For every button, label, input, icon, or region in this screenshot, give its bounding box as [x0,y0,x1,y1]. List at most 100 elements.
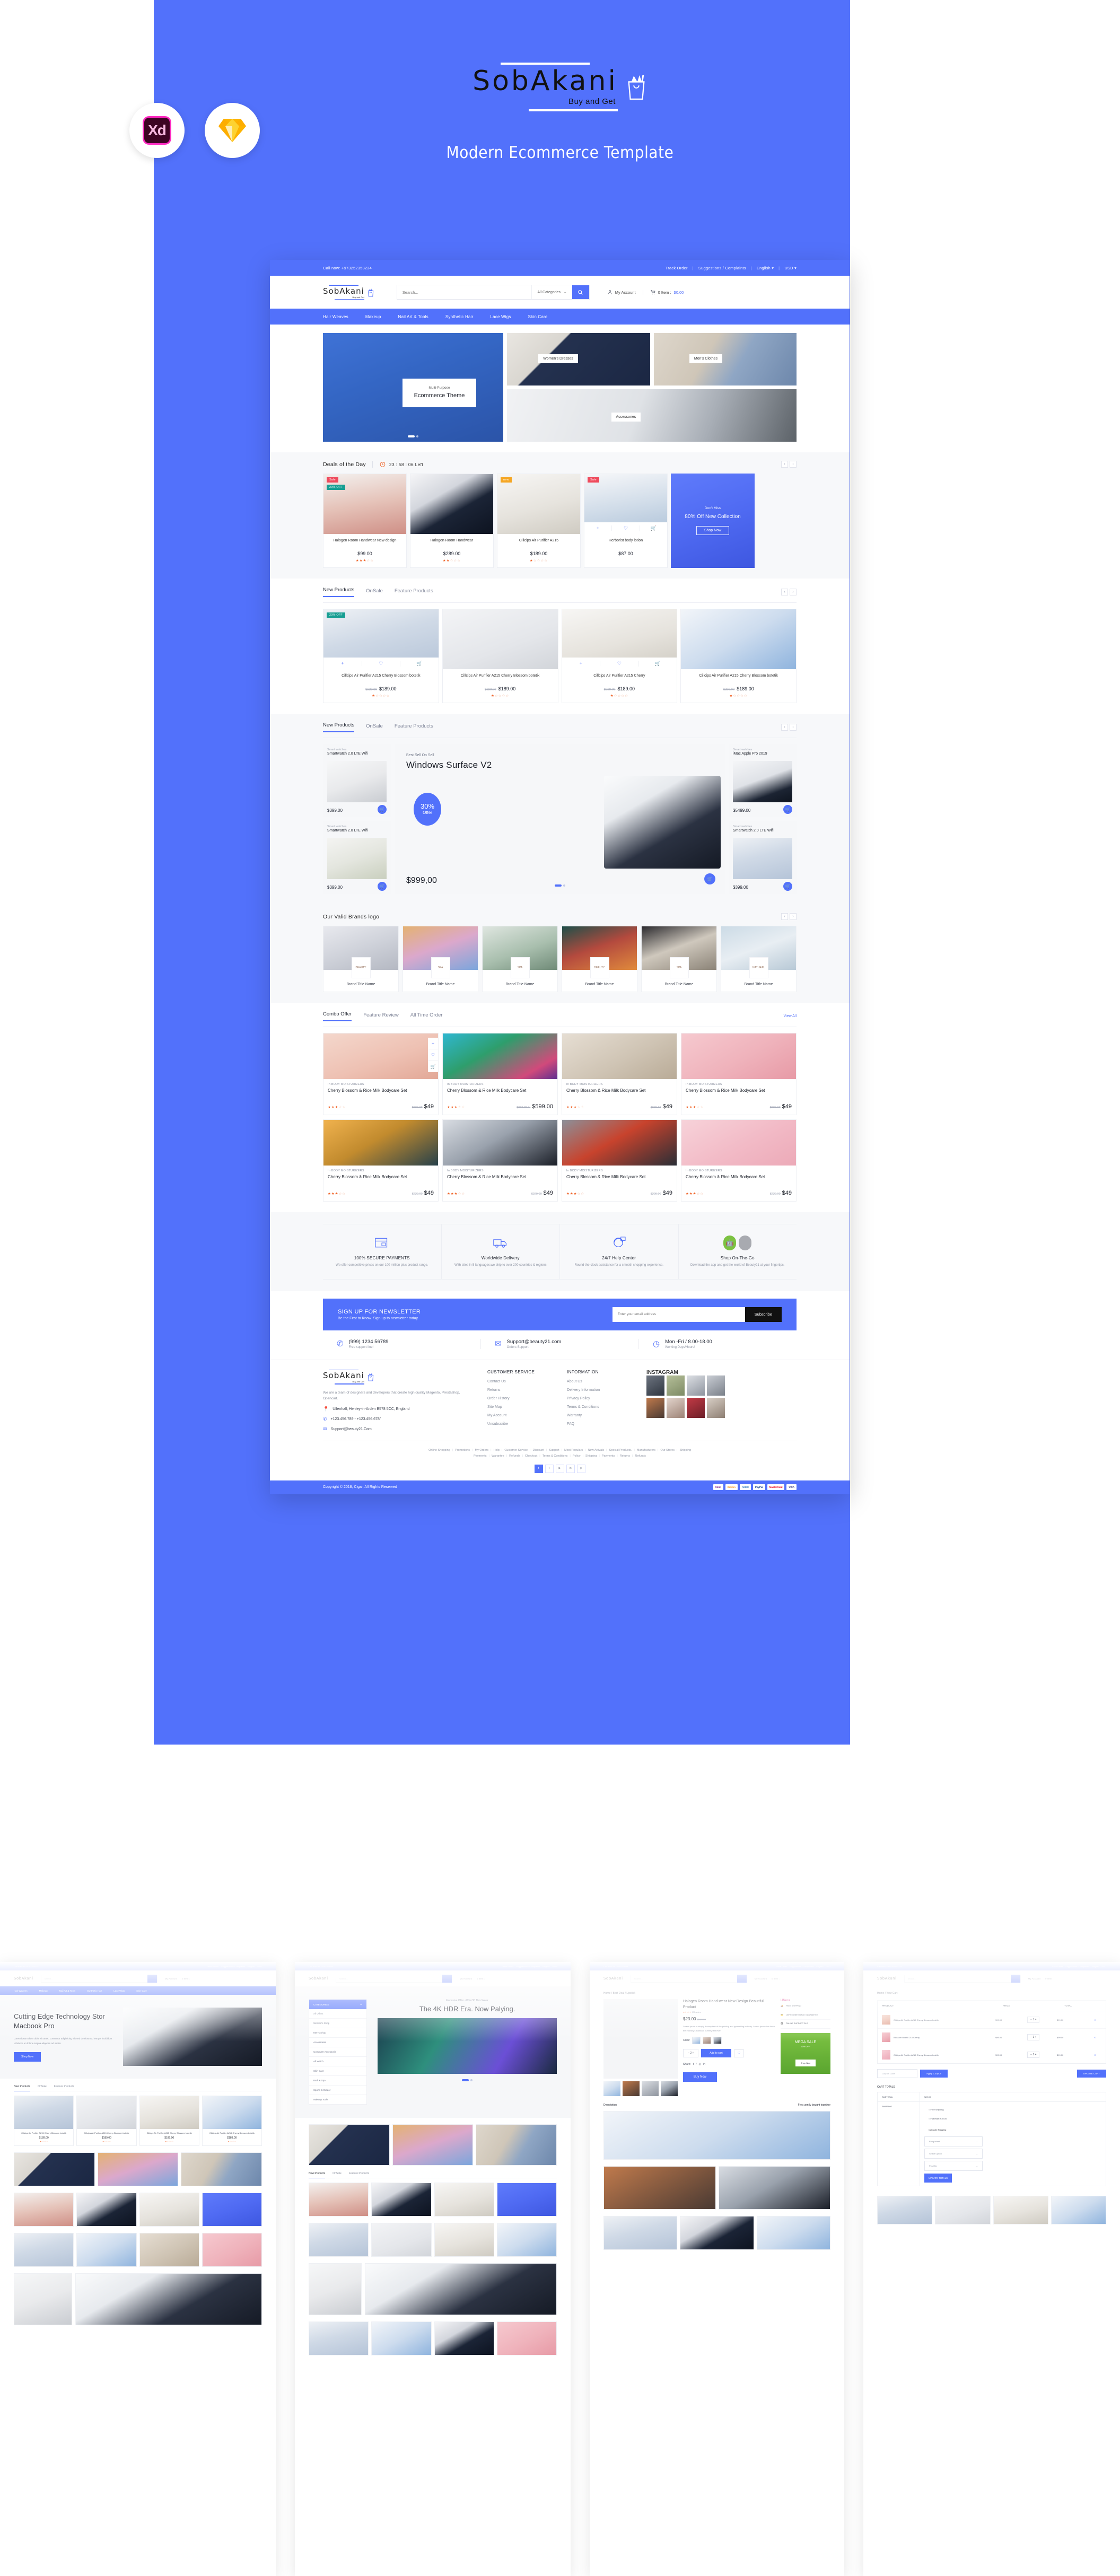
shipping-option-flat[interactable]: ○ Flat Rate: $10.00 [924,2114,983,2123]
category-item[interactable]: All Watch [309,2057,366,2066]
tab-feature-products[interactable]: Feature Products [395,723,433,732]
thumb-search-input[interactable]: Search... [335,1974,452,1983]
add-to-cart-button[interactable]: 🛒 [378,882,387,891]
footer-link[interactable]: Order History [487,1397,551,1400]
add-to-cart-button[interactable]: 🛒 [783,805,792,814]
shop-now-button[interactable]: Shop Now [696,526,730,536]
product-card[interactable]: Cillcips Air Purifier A215 Cherry Blosso… [442,609,558,703]
new-products-arrows[interactable]: ‹ › [781,589,797,595]
update-cart-button[interactable]: UPDATE CART [1077,2070,1106,2078]
shipping-option-free[interactable]: ○ Free Shipping [924,2105,983,2114]
nav-item-nail-art[interactable]: Nail Art & Tools [398,314,428,319]
thumb-product-card[interactable] [993,2196,1048,2224]
sketch-badge[interactable] [205,103,260,158]
android-store-icon[interactable]: 🤖 [723,1236,737,1250]
language-selector[interactable]: English ▾ [757,266,774,270]
linkedin-icon[interactable]: in [566,1464,575,1473]
thumb-product-card[interactable] [434,2183,494,2216]
prev-arrow-icon[interactable]: ‹ [781,724,788,731]
brand-card[interactable]: SPA Brand Title Name [641,926,717,992]
search-bar[interactable]: All Categories ⌄ [396,285,590,300]
newsletter-email-input[interactable] [612,1307,745,1322]
quantity-stepper[interactable]: − 2 + [683,2049,699,2058]
quantity-stepper[interactable]: − 1 + [1027,2052,1040,2058]
product-card[interactable]: Cillcips Air Purifier A215 Cherry Blosso… [680,609,797,703]
tab-feature-products[interactable]: Feature Products [349,2172,369,2175]
nav-item[interactable]: Hair Weaves [14,1990,28,1992]
thumb-product-card[interactable]: Cillcips Air Purifier A215 Cherry Blosso… [202,2096,262,2146]
breadcrumb[interactable]: Home / Your Cart [863,1986,1120,1995]
tab-onsale[interactable]: OnSale [366,588,383,597]
nav-item-lace-wigs[interactable]: Lace Wigs [490,314,511,319]
product-card[interactable]: 20% OFF + ♡ 🛒 Cillcips Air Purifier A215… [323,609,439,703]
category-item[interactable]: Men's Shop [309,2028,366,2038]
thumb-banner-card[interactable] [309,2124,390,2166]
product-hover-actions[interactable]: + ♡ 🛒 [323,658,439,669]
add-to-cart-button[interactable]: 🛒 [378,805,387,814]
currency-selector[interactable]: USD [826,1965,830,1968]
categories-header[interactable]: CATEGORIES ☰ [309,2000,366,2009]
view-all-link[interactable]: View All [784,1014,797,1018]
category-item[interactable]: Bath & Spa [309,2076,366,2086]
shop-now-button[interactable]: Shop Now [14,2052,41,2062]
footer-link[interactable]: Discount [532,1449,544,1452]
thumb-product-card[interactable] [371,2223,432,2257]
add-to-cart-button[interactable]: 🛒 [783,882,792,891]
tab-feature-products[interactable]: Feature Products [395,588,433,597]
category-item[interactable]: Accessories [309,2038,366,2047]
footer-link[interactable]: My Orders [475,1449,488,1452]
thumb-product-card[interactable] [1051,2196,1106,2224]
remove-icon[interactable]: ✕ [1094,2036,1101,2039]
instagram-thumb[interactable] [646,1397,664,1418]
mini-product-card[interactable]: Smart watches Smartwatch 2.0 LTE Wifi $3… [729,821,797,894]
tab-new-products[interactable]: New Products [14,2085,31,2091]
youtube-icon[interactable]: ▶ [555,1464,564,1473]
social-links[interactable]: f t ▶ in p [323,1464,797,1473]
thumb-product-card[interactable] [309,2223,369,2257]
tab-all-time-order[interactable]: All Time Order [410,1012,443,1021]
tab-feature-review[interactable]: Feature Review [363,1012,399,1021]
banner-accessories[interactable]: Accessories [507,389,797,442]
tab-onsale[interactable]: OnSale [366,723,383,732]
gallery-thumb[interactable] [623,2081,640,2096]
footer-link[interactable]: New Arrivals [588,1449,605,1452]
update-totals-button[interactable]: UPDATE TOTALS [924,2174,952,2183]
thumb-search-input[interactable]: Search... [40,1974,158,1983]
currency-selector[interactable]: USD [553,1965,557,1968]
quantity-stepper[interactable]: − 1 + [1027,2034,1040,2040]
thumb-product-card[interactable] [76,2233,137,2267]
footer-logo[interactable]: SobAkani Buy and Get [323,1369,449,1385]
tab-new-products[interactable]: New Products [323,722,355,732]
featured-arrows[interactable]: ‹ › [781,724,797,731]
thumb-product-card[interactable] [309,2321,369,2355]
footer-link[interactable]: Warantee [492,1455,504,1458]
footer-link[interactable]: Checkout [525,1455,537,1458]
mini-product-card[interactable]: Smart watches Smartwatch 2.0 LTE Wifi $3… [323,821,391,894]
footer-link[interactable]: Promotions [455,1449,470,1452]
thumb-product-card[interactable] [756,2216,830,2250]
footer-link[interactable]: Contact Us [487,1380,551,1383]
tab-feature-products[interactable]: Feature Products [54,2085,74,2088]
hero-carousel-dots[interactable] [408,435,418,437]
deal-product-card[interactable]: Sale 20% OFF Halogen Room Handwear New d… [323,474,407,568]
footer-link[interactable]: Returns [620,1455,630,1458]
suggestions-link[interactable]: Suggestions / Complaints [698,266,746,270]
thumb-product-card[interactable]: Cillcips Air Purifier A215 Cherry Blosso… [139,2096,199,2146]
wishlist-heart-icon[interactable]: ♡ [428,1049,438,1061]
wishlist-heart-icon[interactable]: ♡ [733,2049,744,2057]
thumb-product-card[interactable] [14,2152,95,2186]
deal-product-card[interactable]: new Cillcips Air Purifier A215 $189.00 ★… [497,474,581,568]
instagram-thumb[interactable] [687,1397,705,1418]
track-order-link[interactable]: Track Order [776,1965,787,1968]
add-to-cart-icon[interactable]: 🛒 [639,661,677,667]
footer-link[interactable]: Special Products. [609,1449,632,1452]
thumb-product-card[interactable] [14,2273,72,2325]
footer-links-row-2[interactable]: Payments | Warantee | Refunds | Checkout | Terms… [323,1453,797,1459]
footer-link[interactable]: Terms & Conditions [567,1405,631,1409]
thumb-product-card[interactable] [680,2216,754,2250]
footer-link[interactable]: Unsubscribe [487,1422,551,1426]
footer-link[interactable]: Customer Service [504,1449,528,1452]
next-arrow-icon[interactable]: › [790,913,797,920]
cart-button[interactable]: 0 Item : $0.00 [642,290,691,295]
hero-main-banner[interactable]: Multi-Purpose Ecommerce Theme [323,333,503,442]
